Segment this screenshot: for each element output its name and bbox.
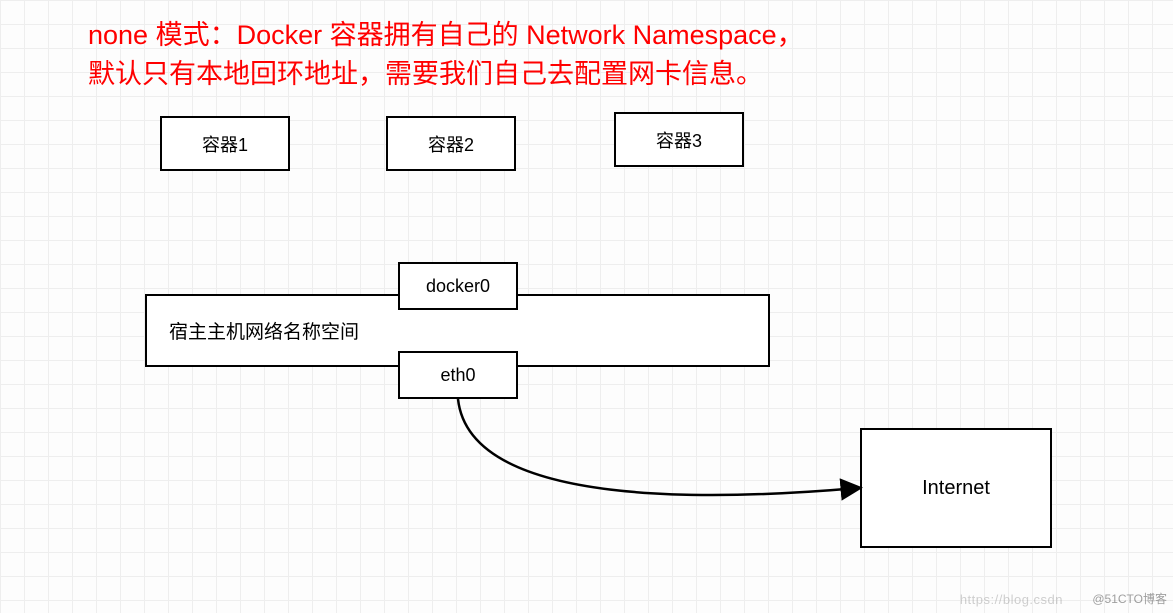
watermark-51cto: @51CTO博客 [1092, 590, 1167, 607]
container-1-box: 容器1 [160, 116, 290, 171]
docker0-label: docker0 [426, 276, 490, 297]
container-1-label: 容器1 [202, 131, 248, 157]
title-line1: none 模式：Docker 容器拥有自己的 Network Namespace… [88, 20, 804, 50]
diagram-title: none 模式：Docker 容器拥有自己的 Network Namespace… [88, 16, 1068, 94]
host-namespace-label: 宿主主机网络名称空间 [169, 317, 359, 344]
container-3-label: 容器3 [656, 127, 702, 153]
title-line2: 默认只有本地回环地址，需要我们自己去配置网卡信息。 [88, 59, 763, 89]
internet-box: Internet [860, 428, 1052, 548]
docker0-interface-box: docker0 [398, 262, 518, 310]
container-2-box: 容器2 [386, 116, 516, 171]
eth0-label: eth0 [440, 365, 475, 386]
container-2-label: 容器2 [428, 131, 474, 157]
internet-label: Internet [922, 477, 990, 500]
watermark-csdn: https://blog.csdn [960, 592, 1063, 607]
eth0-interface-box: eth0 [398, 351, 518, 399]
container-3-box: 容器3 [614, 112, 744, 167]
